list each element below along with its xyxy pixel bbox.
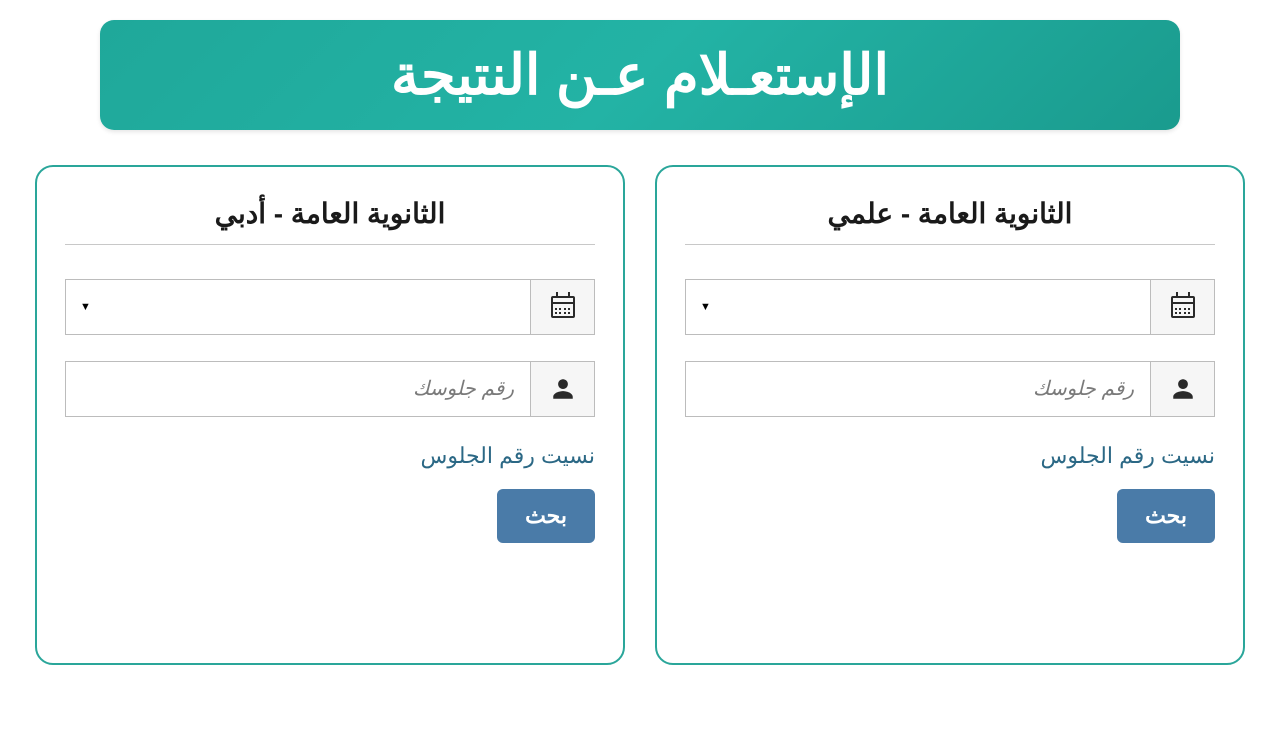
arts-search-button[interactable]: بحث	[497, 489, 595, 543]
arts-year-select[interactable]	[65, 279, 531, 335]
science-date-row	[685, 279, 1215, 335]
science-seat-input[interactable]	[686, 362, 1150, 416]
calendar-icon	[1151, 279, 1215, 335]
science-seat-row	[685, 361, 1215, 417]
arts-forgot-seat-link[interactable]: نسيت رقم الجلوس	[65, 443, 595, 469]
arts-seat-input-wrap	[65, 361, 531, 417]
panel-science-title: الثانوية العامة - علمي	[685, 197, 1215, 245]
user-icon	[531, 361, 595, 417]
arts-date-row	[65, 279, 595, 335]
panel-science: الثانوية العامة - علمي نسيت رقم الجلوس ب…	[655, 165, 1245, 665]
science-search-button[interactable]: بحث	[1117, 489, 1215, 543]
panel-arts: الثانوية العامة - أدبي نسيت رقم الجلوس ب…	[35, 165, 625, 665]
science-year-select[interactable]	[685, 279, 1151, 335]
science-forgot-seat-link[interactable]: نسيت رقم الجلوس	[685, 443, 1215, 469]
page-title: الإستعـلام عـن النتيجة	[391, 42, 889, 108]
panel-arts-title: الثانوية العامة - أدبي	[65, 197, 595, 245]
science-seat-input-wrap	[685, 361, 1151, 417]
panels-container: الثانوية العامة - علمي نسيت رقم الجلوس ب…	[0, 165, 1280, 665]
arts-seat-row	[65, 361, 595, 417]
header-banner: الإستعـلام عـن النتيجة	[100, 20, 1180, 130]
calendar-icon	[531, 279, 595, 335]
user-icon	[1151, 361, 1215, 417]
arts-seat-input[interactable]	[66, 362, 530, 416]
